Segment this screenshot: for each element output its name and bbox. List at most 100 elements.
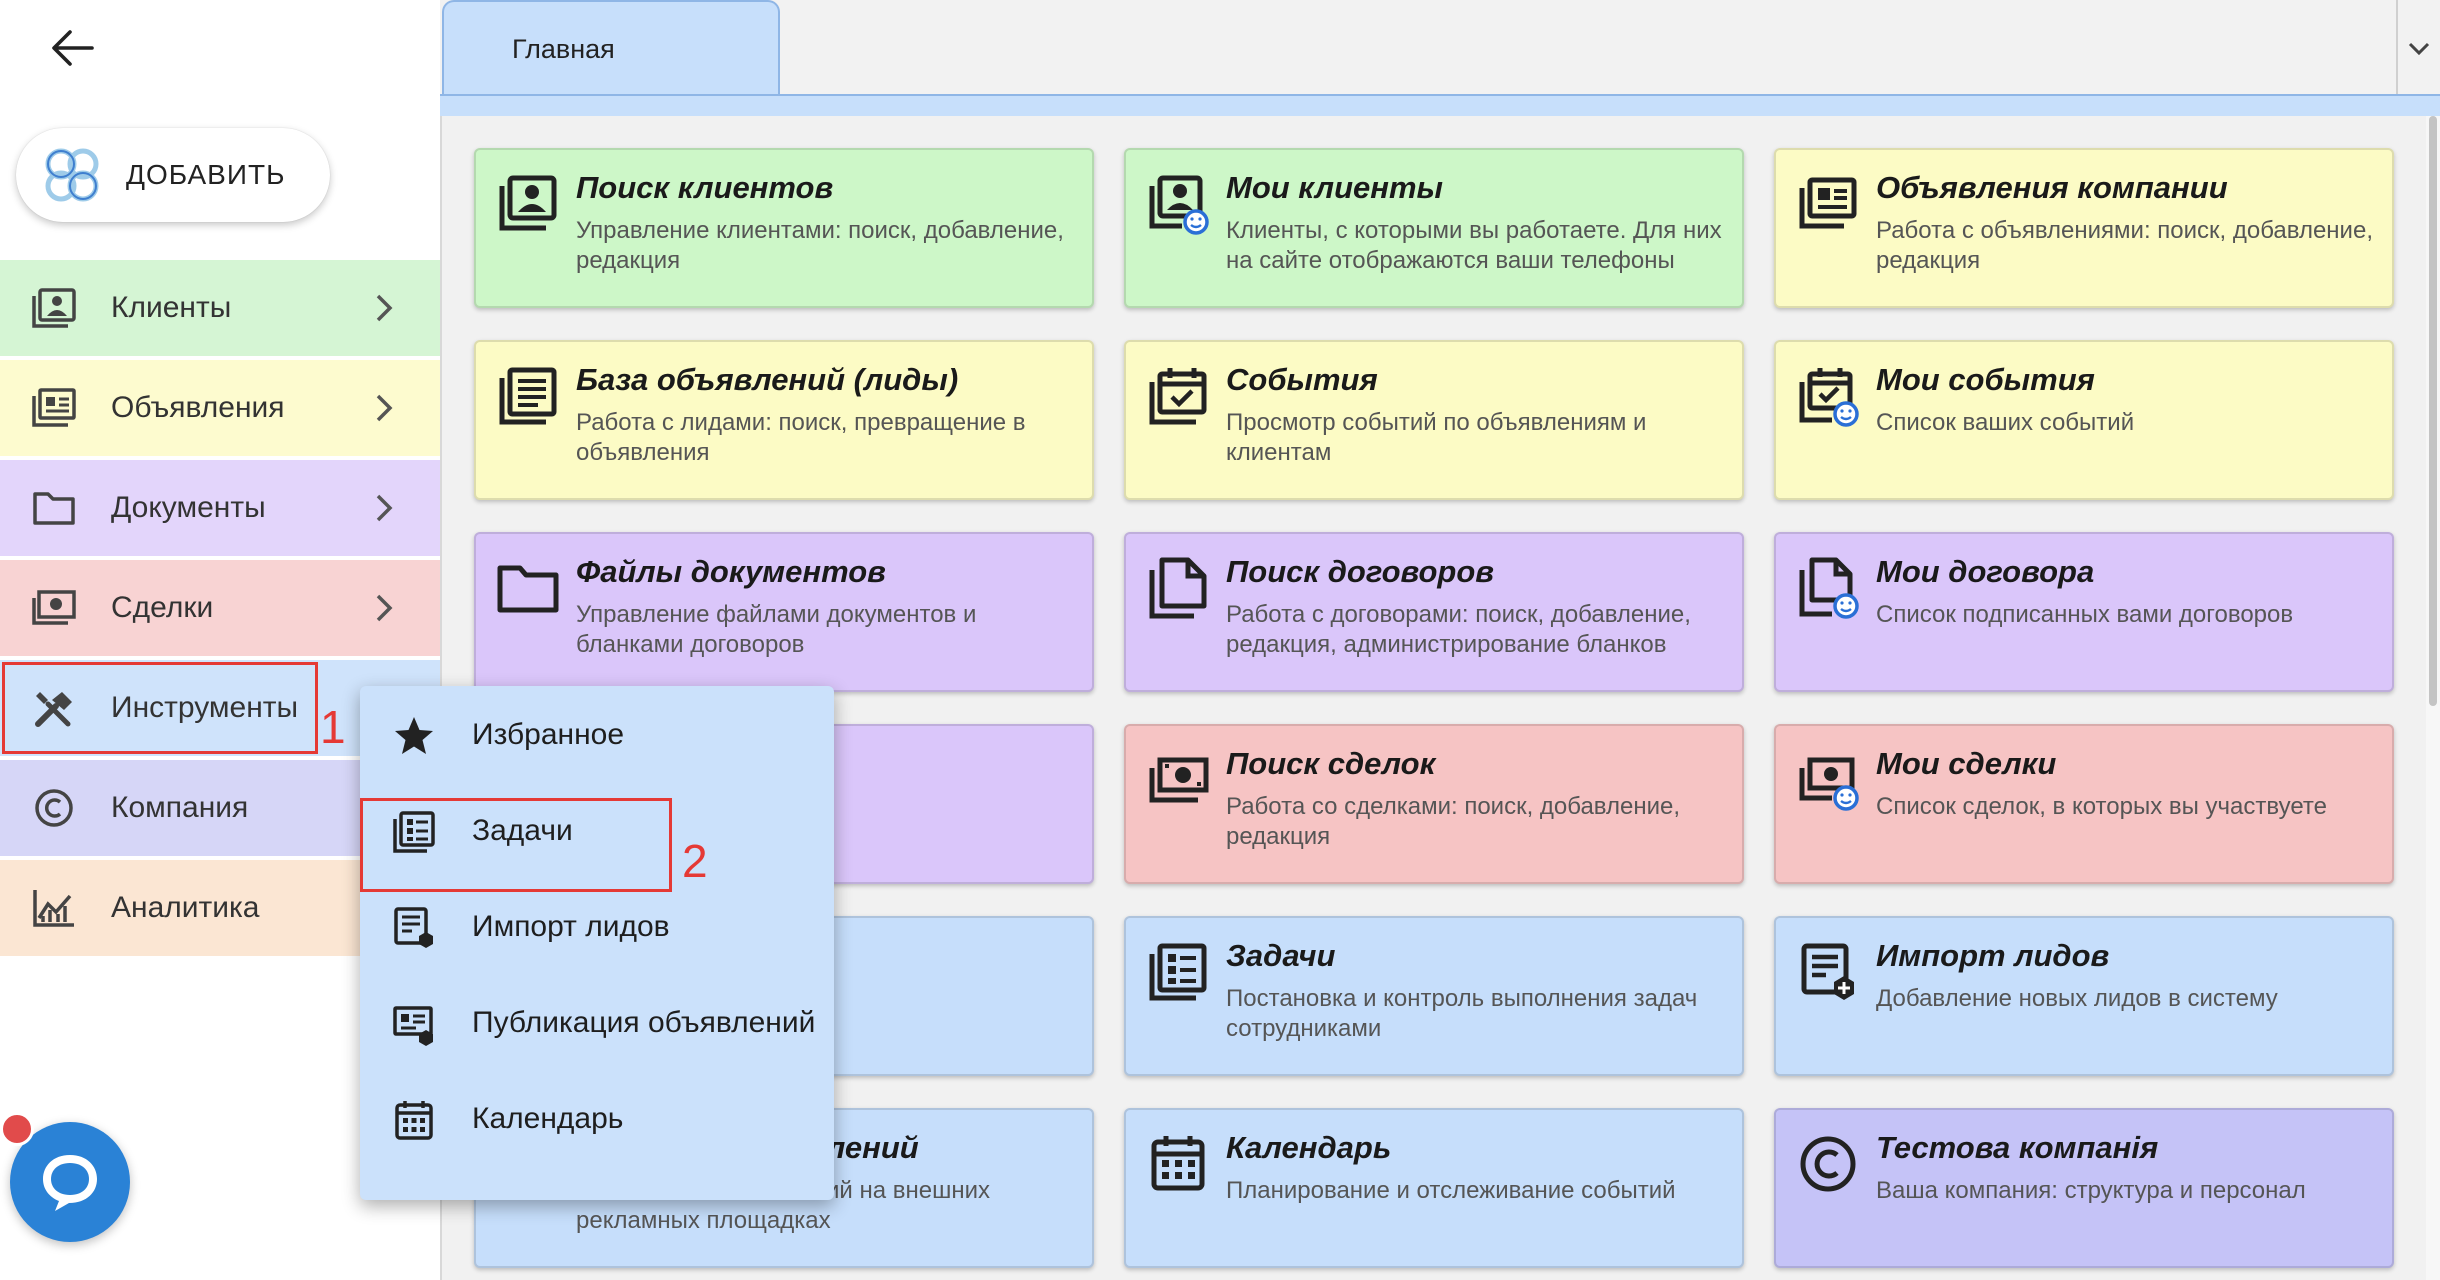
highlight-tools [2,662,318,754]
sidebar-item-label: Документы [111,491,266,524]
scrollbar-thumb[interactable] [2429,116,2437,706]
tab-label: Главная [512,33,615,64]
star-icon [395,717,433,754]
menu-item-label: Импорт лидов [472,910,670,943]
chevron-right-icon [376,294,393,322]
arrow-left-icon [52,30,94,66]
card-title: Тестова компанія [1876,1130,2159,1165]
event-calendar-icon [1149,368,1207,425]
card-title: Поиск клиентов [576,170,834,205]
menu-item-label: Избранное [472,718,625,751]
card-calendar[interactable]: Календарь Планирование и отслеживание со… [1124,1108,1744,1268]
import-leads-icon [394,907,433,948]
chat-bubble-icon [43,1155,97,1211]
sidebar-item-deals[interactable]: Сделки [0,560,440,656]
add-logo-icon [45,148,99,202]
listing-icon [1799,177,1857,229]
chevron-right-icon [376,494,393,522]
menu-item-import-leads[interactable]: Импорт лидов [360,880,834,976]
card-title: Мои клиенты [1226,170,1444,205]
sidebar-item-label: Компания [111,791,249,824]
card-events[interactable]: События Просмотр событий по объявлениям … [1124,340,1744,500]
back-button[interactable] [40,20,104,76]
copyright-icon [35,789,73,827]
card-description: Просмотр событий по объявлениям и клиент… [1226,409,1647,466]
card-client-search[interactable]: Поиск клиентов Управление клиентами: пои… [474,148,1094,308]
contract-icon [1149,557,1207,619]
listing-icon [32,388,76,427]
card-description: Работа с договорами: поиск, добавление, … [1226,601,1691,658]
card-description: Постановка и контроль выполнения задач с… [1226,985,1698,1042]
card-title: Объявления компании [1876,170,2228,205]
card-description: Работа с лидами: поиск, превращение в об… [576,409,1026,466]
card-title: База объявлений (лиды) [576,362,959,397]
card-title: Мои договора [1876,554,2095,589]
card-title: Мои события [1876,362,2095,397]
menu-item-favorites[interactable]: Избранное [360,688,834,784]
folder-icon [33,492,75,525]
card-deal-search[interactable]: Поиск сделок Работа со сделками: поиск, … [1124,724,1744,884]
card-test-company[interactable]: Тестова компанія Ваша компания: структур… [1774,1108,2394,1268]
card-description: Список ваших событий [1876,409,2135,436]
notification-dot [0,1112,34,1146]
card-leads-database[interactable]: База объявлений (лиды) Работа с лидами: … [474,340,1094,500]
tab-bar: Главная [440,0,2440,96]
card-title: Поиск договоров [1226,554,1495,589]
sidebar-item-label: Клиенты [111,291,232,324]
card-title: Файлы документов [576,554,886,589]
my-deals-icon [1799,757,1859,811]
card-description: Планирование и отслеживание событий [1226,1177,1676,1204]
add-button[interactable]: ДОБАВИТЬ [16,128,330,222]
calendar-icon [1151,1136,1205,1191]
card-description: Ваша компания: структура и персонал [1876,1177,2306,1204]
copyright-icon [1800,1136,1856,1192]
folder-icon [497,565,559,613]
chevron-right-icon [376,594,393,622]
card-my-clients[interactable]: Мои клиенты Клиенты, с которыми вы работ… [1124,148,1744,308]
sidebar-item-documents[interactable]: Документы [0,460,440,556]
my-events-icon [1799,368,1859,427]
card-my-deals[interactable]: Мои сделки Список сделок, в которых вы у… [1774,724,2394,884]
card-title: Календарь [1226,1130,1392,1165]
leads-list-icon [499,367,557,425]
card-my-events[interactable]: Мои события Список ваших событий [1774,340,2394,500]
my-contacts-icon [1149,175,1209,235]
card-title: Импорт лидов [1876,938,2110,973]
tab-underline [440,94,2440,116]
sidebar-item-listings[interactable]: Объявления [0,360,440,456]
card-contract-search[interactable]: Поиск договоров Работа с договорами: пои… [1124,532,1744,692]
card-tasks[interactable]: Задачи Постановка и контроль выполнения … [1124,916,1744,1076]
menu-item-calendar[interactable]: Календарь [360,1072,834,1168]
card-my-contracts[interactable]: Мои договора Список подписанных вами дог… [1774,532,2394,692]
money-icon [32,590,76,625]
card-description: Работа с объявлениями: поиск, добавление… [1876,217,2373,274]
card-description: Управление клиентами: поиск, добавление,… [576,217,1064,274]
card-description: Управление файлами документов и бланками… [576,601,977,658]
tab-home[interactable]: Главная [442,0,780,96]
tasks-icon [1149,943,1207,1001]
highlight-tasks [360,798,672,892]
card-company-listings[interactable]: Объявления компании Работа с объявлениям… [1774,148,2394,308]
publish-listing-icon [393,1006,433,1046]
card-document-files[interactable]: Файлы документов Управление файлами доку… [474,532,1094,692]
import-leads-icon [1801,943,1854,1000]
menu-item-label: Публикация объявлений [472,1006,816,1039]
menu-item-publish-listings[interactable]: Публикация объявлений [360,976,834,1072]
sidebar-item-clients[interactable]: Клиенты [0,260,440,356]
money-icon [1149,757,1209,803]
step-number-2: 2 [682,835,708,887]
step-number-1: 1 [320,701,346,753]
card-import-leads[interactable]: Импорт лидов Добавление новых лидов в си… [1774,916,2394,1076]
card-description: Список сделок, в которых вы участвуете [1876,793,2327,820]
menu-item-label: Календарь [472,1102,624,1135]
tabs-dropdown-button[interactable] [2396,0,2440,96]
card-title: Мои сделки [1876,746,2057,781]
my-contracts-icon [1799,557,1859,619]
card-description: Список подписанных вами договоров [1876,601,2294,628]
content-scrollbar[interactable] [2426,116,2440,1280]
sidebar-item-label: Объявления [111,391,285,424]
card-description: Добавление новых лидов в систему [1876,985,2278,1012]
card-description: Клиенты, с которыми вы работаете. Для ни… [1226,217,1722,274]
tools-submenu: Избранное Задачи Импорт лидов Публикация… [360,686,834,1200]
analytics-icon [33,890,74,927]
